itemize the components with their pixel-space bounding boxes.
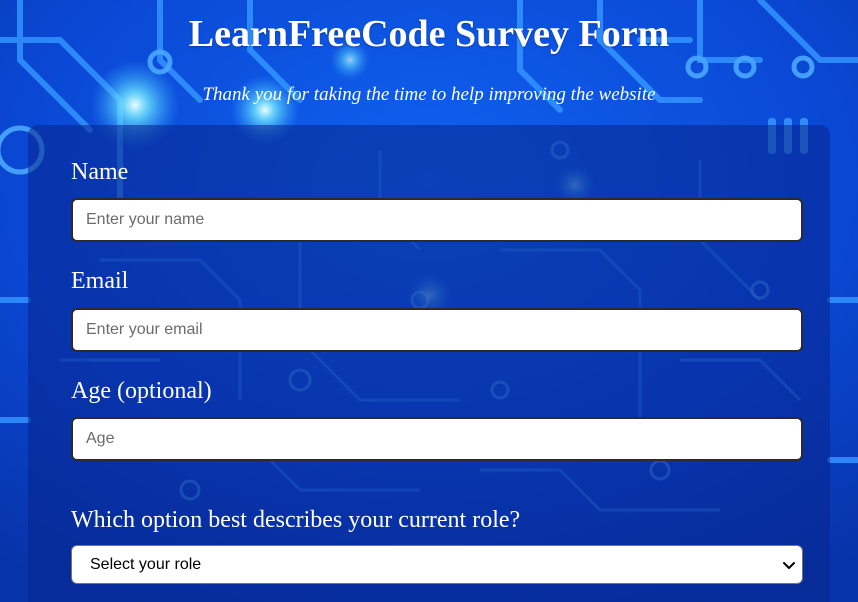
role-select-value: Select your role <box>90 555 202 573</box>
role-label: Which option best describes your current… <box>71 507 521 533</box>
age-label: Age (optional) <box>71 378 212 404</box>
name-label: Name <box>71 159 129 185</box>
page-title: LearnFreeCode Survey Form <box>188 13 670 55</box>
email-label: Email <box>71 268 129 294</box>
role-select[interactable]: Select your role <box>71 545 803 584</box>
page-subtitle: Thank you for taking the time to help im… <box>202 84 656 105</box>
chevron-down-icon <box>783 562 795 569</box>
name-input[interactable] <box>71 198 803 242</box>
age-input[interactable] <box>71 417 803 461</box>
email-input[interactable] <box>71 308 803 352</box>
